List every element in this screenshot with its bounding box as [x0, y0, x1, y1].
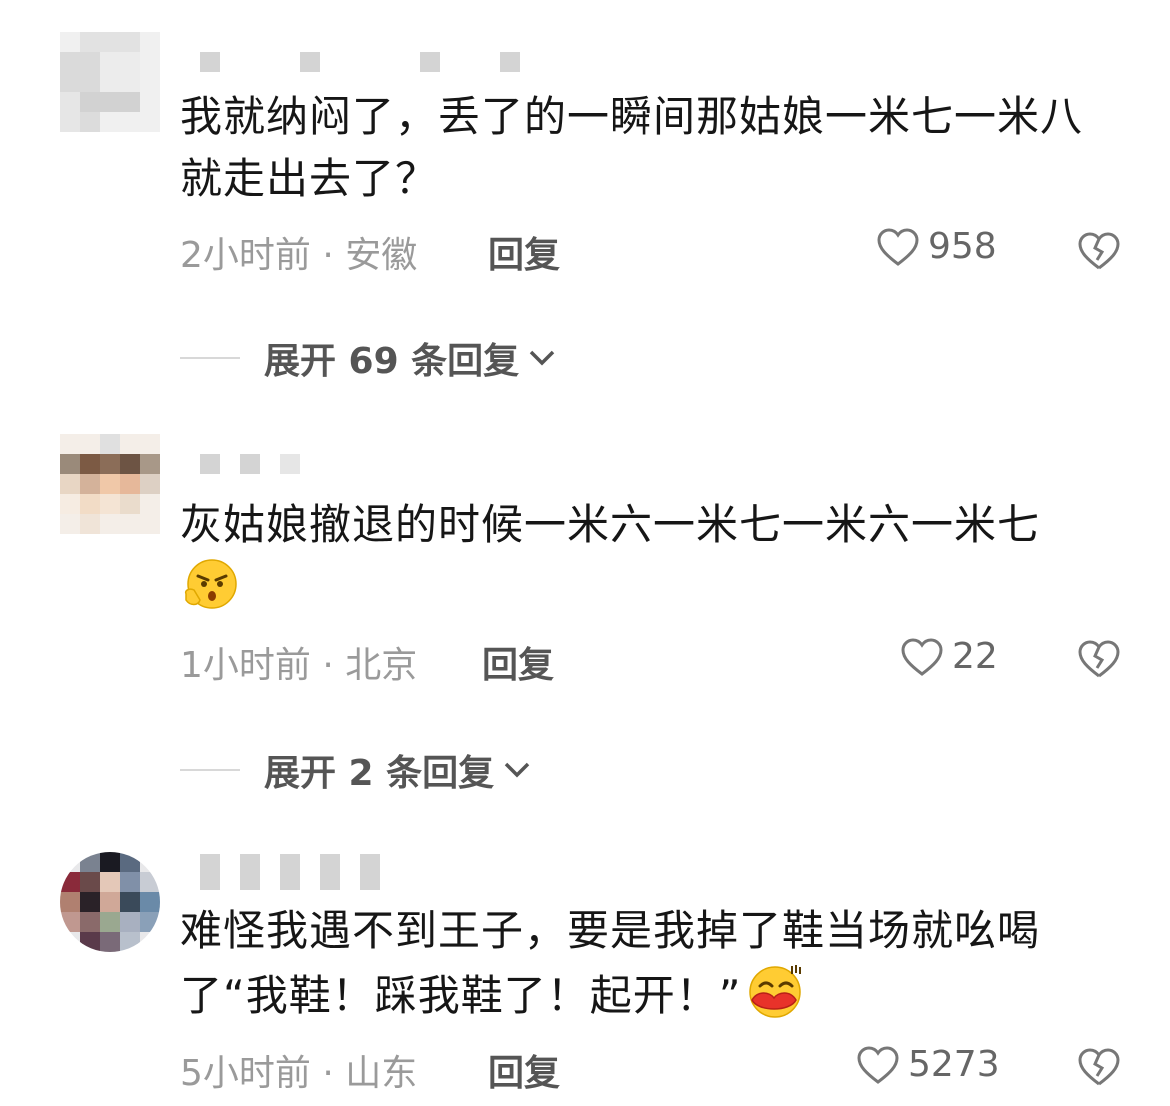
comment-meta: 2小时前 · 安徽 — [180, 235, 418, 276]
heart-outline-icon — [857, 1045, 899, 1084]
like-button[interactable]: 958 — [876, 226, 997, 267]
reply-button[interactable]: 回复 — [482, 636, 554, 688]
chevron-down-icon — [529, 350, 555, 366]
comment-text: 难怪我遇不到王子，要是我掉了鞋当场就吆喝了“我鞋！踩我鞋了！起开！” — [180, 900, 1100, 1027]
kiss-lips-emoji — [748, 965, 801, 1018]
like-button[interactable]: 22 — [900, 636, 998, 677]
like-count: 958 — [928, 226, 997, 267]
heart-outline-icon — [877, 227, 919, 266]
divider — [180, 769, 240, 771]
comment-text-body: 灰姑娘撤退的时候一米六一米七一米六一米七 — [180, 500, 1041, 549]
heart-outline-icon — [901, 637, 943, 676]
avatar[interactable] — [60, 434, 160, 534]
reply-button[interactable]: 回复 — [488, 226, 560, 278]
broken-heart-icon[interactable] — [1076, 638, 1122, 680]
avatar[interactable] — [60, 32, 160, 132]
comment-meta: 1小时前 · 北京 — [180, 645, 418, 686]
chevron-down-icon — [504, 762, 530, 778]
broken-heart-icon[interactable] — [1076, 230, 1122, 272]
comment-text-body: 难怪我遇不到王子，要是我掉了鞋当场就吆喝了“我鞋！踩我鞋了！起开！” — [180, 906, 1041, 1020]
like-count: 5273 — [908, 1044, 1000, 1085]
divider — [180, 357, 240, 359]
like-count: 22 — [952, 636, 998, 677]
reply-button[interactable]: 回复 — [488, 1044, 560, 1096]
comment-meta: 5小时前 · 山东 — [180, 1053, 418, 1094]
angry-thinking-emoji — [184, 559, 237, 609]
broken-heart-icon[interactable] — [1076, 1046, 1122, 1088]
avatar[interactable] — [60, 852, 160, 952]
expand-replies-label: 展开 2 条回复 — [264, 753, 495, 794]
expand-replies-label: 展开 69 条回复 — [264, 341, 520, 382]
expand-replies-button[interactable]: 展开 2 条回复 — [180, 744, 534, 796]
comment-text: 灰姑娘撤退的时候一米六一米七一米六一米七 — [180, 494, 1100, 621]
expand-replies-button[interactable]: 展开 69 条回复 — [180, 332, 559, 384]
like-button[interactable]: 5273 — [856, 1044, 1000, 1085]
comment-text: 我就纳闷了，丢了的一瞬间那姑娘一米七一米八就走出去了？ — [180, 92, 1084, 203]
